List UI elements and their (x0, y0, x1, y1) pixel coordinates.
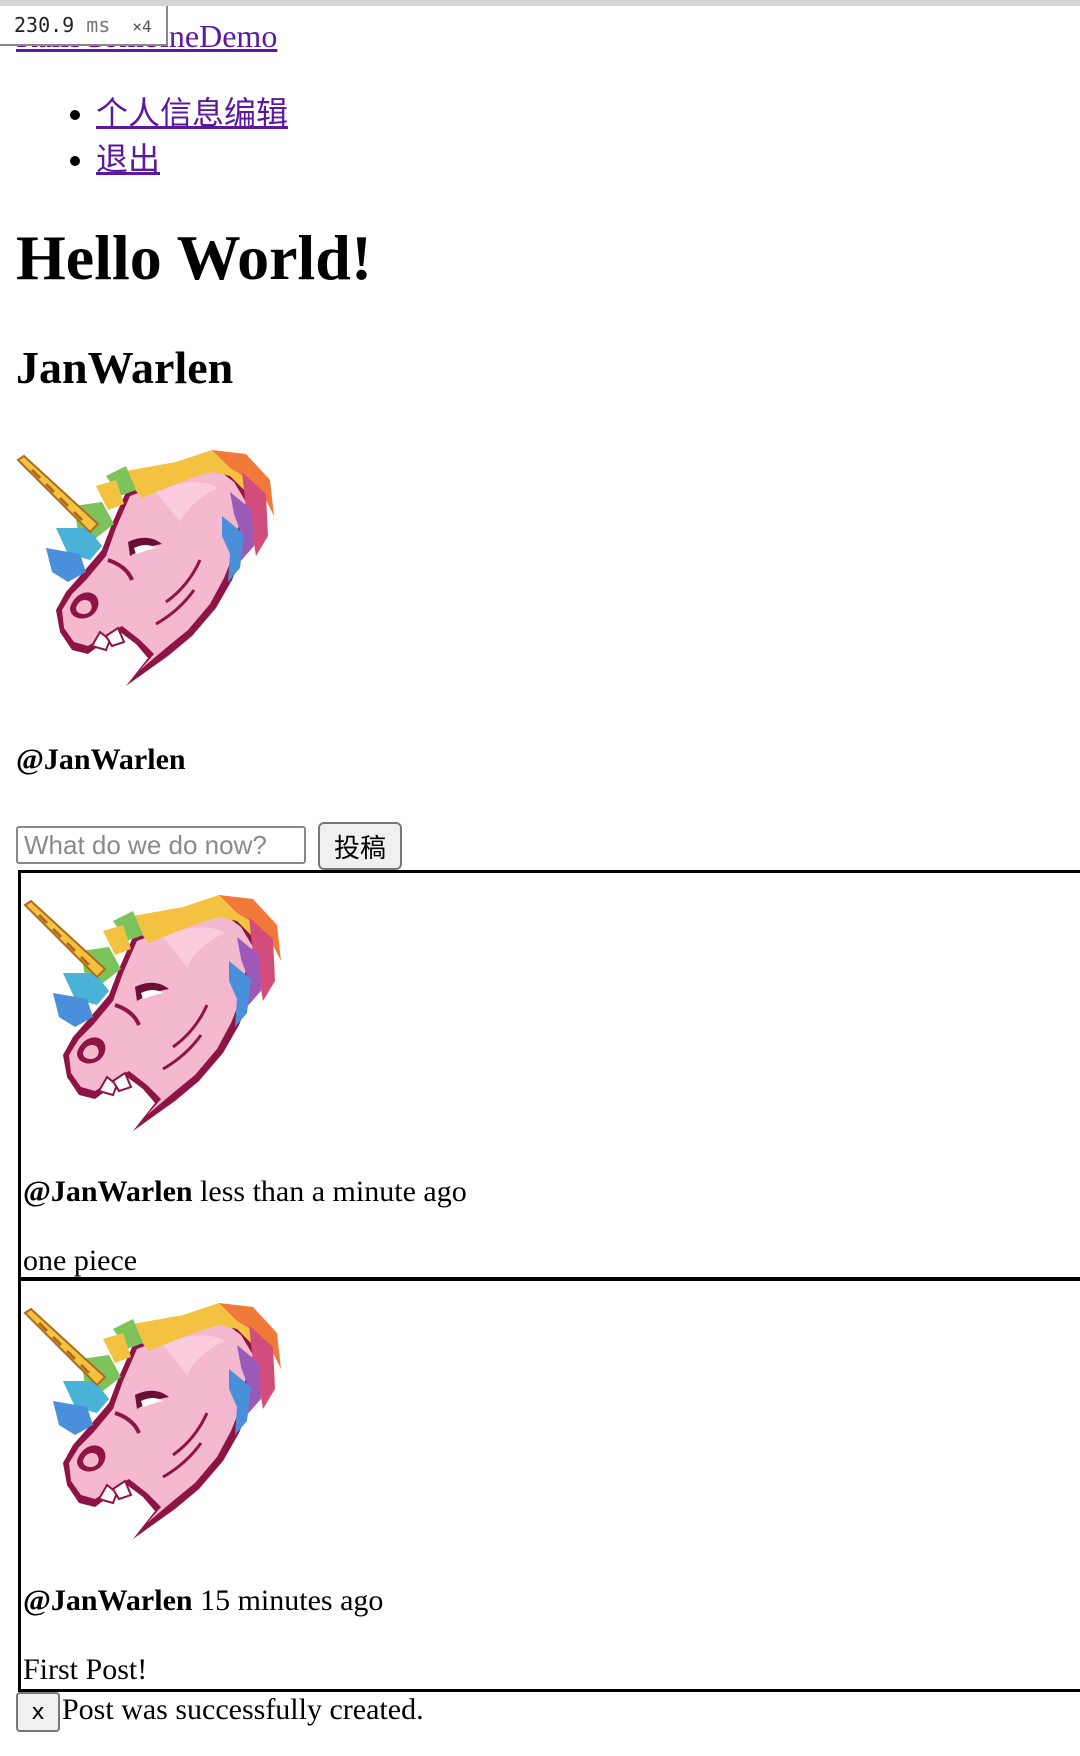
post-content: one piece (23, 1244, 138, 1277)
timing-multiplier: ×4 (132, 17, 152, 36)
post-meta: @JanWarlen less than a minute ago (23, 1173, 467, 1211)
submit-post-button[interactable]: 投稿 (318, 822, 402, 870)
unicorn-avatar-icon (23, 1285, 283, 1547)
post-item: @JanWarlen 15 minutes ago First Post! (18, 1278, 1080, 1692)
post-meta: @JanWarlen 15 minutes ago (23, 1582, 383, 1620)
post-time: 15 minutes ago (200, 1584, 384, 1617)
edit-profile-link[interactable]: 个人信息编辑 (96, 90, 288, 136)
post-content: First Post! (23, 1653, 148, 1686)
unicorn-avatar-icon (16, 432, 276, 694)
post-author: @JanWarlen (23, 1584, 193, 1617)
close-notice-button[interactable]: x (16, 1692, 60, 1732)
post-item: @JanWarlen less than a minute ago one pi… (18, 870, 1080, 1280)
page-heading: Hello World! (16, 222, 373, 293)
post-author: @JanWarlen (23, 1175, 193, 1208)
timing-value: 230.9 (14, 13, 75, 37)
profile-username: JanWarlen (16, 342, 234, 393)
flash-message: Post was successfully created. (62, 1693, 424, 1726)
logout-link[interactable]: 退出 (96, 136, 160, 182)
post-time: less than a minute ago (200, 1175, 467, 1208)
unicorn-avatar-icon (23, 877, 283, 1139)
timing-unit: ms (86, 13, 111, 37)
performance-timing-badge: 230.9 ms ×4 (0, 6, 168, 46)
post-content-input[interactable] (16, 826, 306, 864)
profile-handle: @JanWarlen (16, 743, 186, 776)
